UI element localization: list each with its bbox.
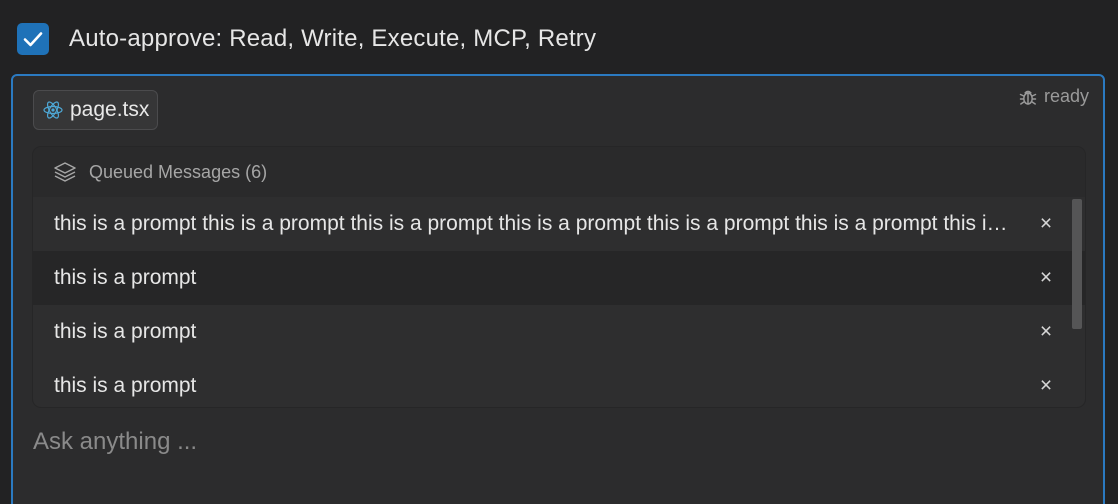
close-icon[interactable]: × bbox=[1035, 320, 1057, 343]
file-chip-label: page.tsx bbox=[70, 98, 150, 121]
react-icon bbox=[42, 99, 64, 121]
queued-message-item[interactable]: this is a prompt × bbox=[33, 359, 1085, 407]
queued-message-text: this is a prompt bbox=[54, 320, 197, 343]
chat-input[interactable] bbox=[33, 422, 1073, 462]
close-icon[interactable]: × bbox=[1035, 374, 1057, 397]
queued-message-text: this is a prompt bbox=[54, 374, 197, 397]
queued-messages-list: this is a prompt this is a prompt this i… bbox=[33, 197, 1085, 407]
close-icon[interactable]: × bbox=[1035, 266, 1057, 289]
file-chip[interactable]: page.tsx bbox=[33, 90, 159, 130]
queued-message-text: this is a prompt bbox=[54, 266, 197, 289]
queued-message-text: this is a prompt this is a prompt this i… bbox=[54, 212, 1015, 235]
bug-icon bbox=[1018, 87, 1038, 107]
chat-panel: Auto-approve: Read, Write, Execute, MCP,… bbox=[0, 0, 1118, 504]
status-indicator: ready bbox=[1018, 86, 1089, 107]
auto-approve-row[interactable]: Auto-approve: Read, Write, Execute, MCP,… bbox=[17, 22, 596, 56]
checkmark-icon bbox=[23, 32, 43, 47]
queued-message-item[interactable]: this is a prompt × bbox=[33, 305, 1085, 359]
close-icon[interactable]: × bbox=[1035, 212, 1057, 235]
queue-scrollbar[interactable] bbox=[1072, 199, 1082, 329]
queued-messages-title: Queued Messages (6) bbox=[89, 161, 268, 182]
queued-message-item[interactable]: this is a prompt × bbox=[33, 251, 1085, 305]
queued-messages-panel: Queued Messages (6) this is a prompt thi… bbox=[33, 147, 1085, 407]
auto-approve-label: Auto-approve: Read, Write, Execute, MCP,… bbox=[69, 25, 597, 52]
chat-input-container[interactable]: ready page.tsx Queued Messages (6) this … bbox=[11, 74, 1105, 504]
status-text: ready bbox=[1043, 86, 1089, 106]
layers-icon bbox=[53, 161, 77, 183]
auto-approve-checkbox[interactable] bbox=[17, 23, 49, 55]
queued-messages-header: Queued Messages (6) bbox=[33, 147, 1085, 197]
queued-message-item[interactable]: this is a prompt this is a prompt this i… bbox=[33, 197, 1085, 251]
